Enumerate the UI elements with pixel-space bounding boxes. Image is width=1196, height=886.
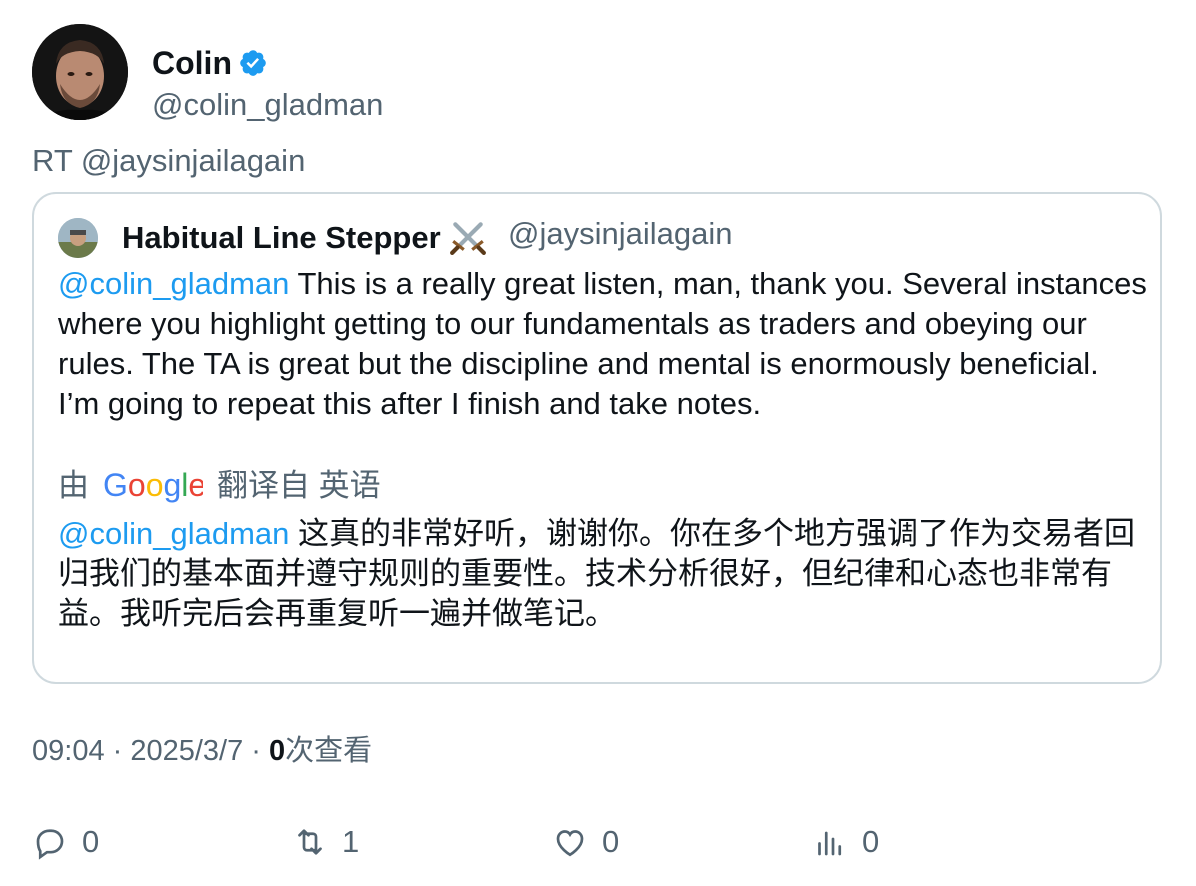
translated-text: @colin_gladman 这真的非常好听，谢谢你。你在多个地方强调了作为交易… [58,514,1148,634]
quoted-author-handle[interactable]: @jaysinjailagain [508,214,732,254]
quoted-author-name-text[interactable]: Habitual Line Stepper [122,220,441,255]
rt-prefix: RT [32,143,81,178]
like-button[interactable]: 0 [552,818,619,866]
verified-badge-icon [240,50,266,76]
author-avatar[interactable] [32,24,128,120]
author-name-text[interactable]: Colin [152,45,232,81]
quoted-tweet-card[interactable]: Habitual Line Stepper @jaysinjailagain @… [32,192,1162,684]
quoted-tweet-text: @colin_gladman This is a really great li… [58,264,1148,424]
reply-button[interactable]: 0 [32,818,99,866]
retweet-line: RT @jaysinjailagain [32,143,305,179]
like-count: 0 [602,824,620,859]
quoted-author-avatar[interactable] [58,218,98,258]
views-count: 0 [269,735,286,767]
tweet-meta: 09:04 · 2025/3/7 · 0次查看 [32,733,372,769]
quoted-avatar-image [58,218,98,258]
reply-count: 0 [82,824,100,859]
rt-handle[interactable]: @jaysinjailagain [81,143,305,178]
quoted-author-name[interactable]: Habitual Line Stepper [122,218,487,258]
translated-mention-link[interactable]: @colin_gladman [58,516,289,551]
translate-by-label: 由 [58,468,89,503]
timestamp[interactable]: 09:04 · 2025/3/7 · [32,735,269,767]
views-icon [818,831,842,856]
views-label: 次查看 [285,735,373,767]
retweet-button[interactable]: 1 [292,818,359,866]
reply-icon [36,829,64,860]
retweet-count: 1 [342,824,360,859]
author-name[interactable]: Colin [152,45,268,81]
mention-link[interactable]: @colin_gladman [58,266,289,301]
views-action-count: 0 [862,824,880,859]
google-logo: Google [103,468,203,503]
author-avatar-image [32,24,128,120]
translation-attribution: 由 Google 翻译自 英语 [58,466,381,506]
author-handle[interactable]: @colin_gladman [152,87,383,123]
crossed-swords-icon [449,222,486,255]
retweet-icon [298,829,322,855]
action-bar: 0 1 0 0 [0,818,1196,866]
translate-from-label: 翻译自 英语 [217,468,381,503]
svg-text:Google: Google [103,468,203,503]
views-button[interactable]: 0 [812,818,879,866]
like-icon [556,830,584,857]
